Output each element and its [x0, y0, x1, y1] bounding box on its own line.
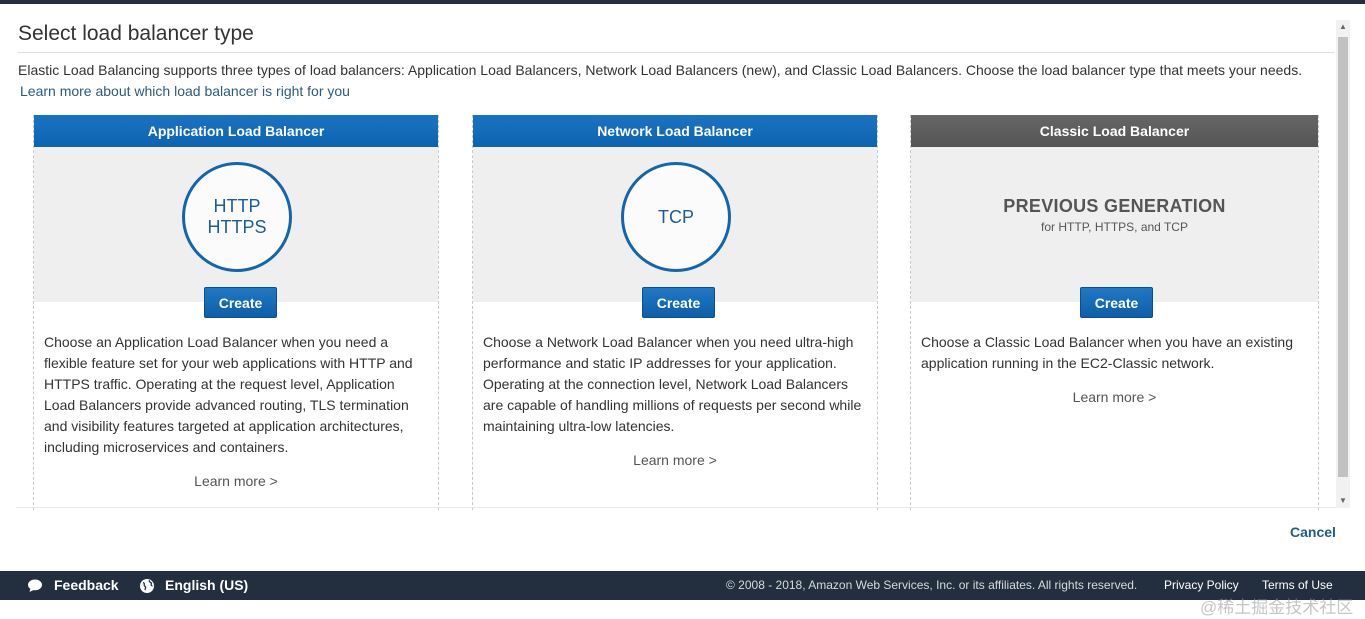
card-header: Classic Load Balancer [911, 115, 1318, 147]
learn-more-link[interactable]: Learn more > [911, 389, 1318, 405]
generation-subtitle: for HTTP, HTTPS, and TCP [1041, 220, 1188, 234]
card-classic-load-balancer: Classic Load Balancer PREVIOUS GENERATIO… [910, 115, 1319, 512]
protocol-label: HTTP [213, 196, 261, 216]
card-visual: HTTP HTTPS Create [34, 147, 438, 318]
create-classic-lb-button[interactable]: Create [1080, 287, 1153, 318]
learn-more-which-lb-link[interactable]: Learn more about which load balancer is … [20, 81, 350, 101]
copyright-text: © 2008 - 2018, Amazon Web Services, Inc.… [726, 578, 1138, 592]
scroll-thumb[interactable] [1338, 37, 1348, 477]
create-application-lb-button[interactable]: Create [204, 287, 277, 318]
card-description: Choose an Application Load Balancer when… [44, 334, 413, 455]
protocol-circle: HTTP HTTPS [182, 162, 292, 272]
language-selector[interactable]: English (US) [165, 571, 248, 600]
protocol-label: TCP [658, 206, 694, 227]
learn-more-link[interactable]: Learn more > [473, 452, 877, 468]
vertical-scrollbar[interactable]: ▲ ▼ [1336, 20, 1350, 508]
protocol-label: HTTPS [207, 217, 267, 237]
card-visual: TCP Create [473, 147, 877, 318]
card-application-load-balancer: Application Load Balancer HTTP HTTPS Cre… [33, 115, 439, 512]
cancel-button[interactable]: Cancel [1290, 524, 1336, 540]
card-visual: PREVIOUS GENERATION for HTTP, HTTPS, and… [911, 147, 1318, 318]
card-network-load-balancer: Network Load Balancer TCP Create Choose … [472, 115, 878, 512]
card-description: Choose a Network Load Balancer when you … [483, 334, 862, 434]
page-title: Select load balancer type [18, 22, 254, 45]
create-network-lb-button[interactable]: Create [642, 287, 715, 318]
card-header: Network Load Balancer [473, 115, 877, 147]
main-panel: Select load balancer type Elastic Load B… [0, 4, 1336, 512]
scroll-up-arrow-icon[interactable]: ▲ [1336, 20, 1350, 34]
footer: Feedback English (US) © 2008 - 2018, Ama… [0, 571, 1365, 600]
card-header: Application Load Balancer [34, 115, 438, 147]
watermark: @稀土掘金技术社区 [1200, 598, 1354, 617]
title-divider [18, 52, 1334, 53]
generation-title: PREVIOUS GENERATION [1003, 196, 1226, 216]
feedback-link[interactable]: Feedback [54, 571, 119, 600]
protocol-circle: TCP [621, 162, 731, 272]
page-description: Elastic Load Balancing supports three ty… [18, 62, 1303, 78]
speech-bubble-icon [28, 579, 42, 592]
globe-icon [140, 579, 154, 593]
learn-more-link[interactable]: Learn more > [34, 473, 438, 489]
scroll-down-arrow-icon[interactable]: ▼ [1336, 494, 1350, 508]
actions-divider [16, 507, 1336, 508]
